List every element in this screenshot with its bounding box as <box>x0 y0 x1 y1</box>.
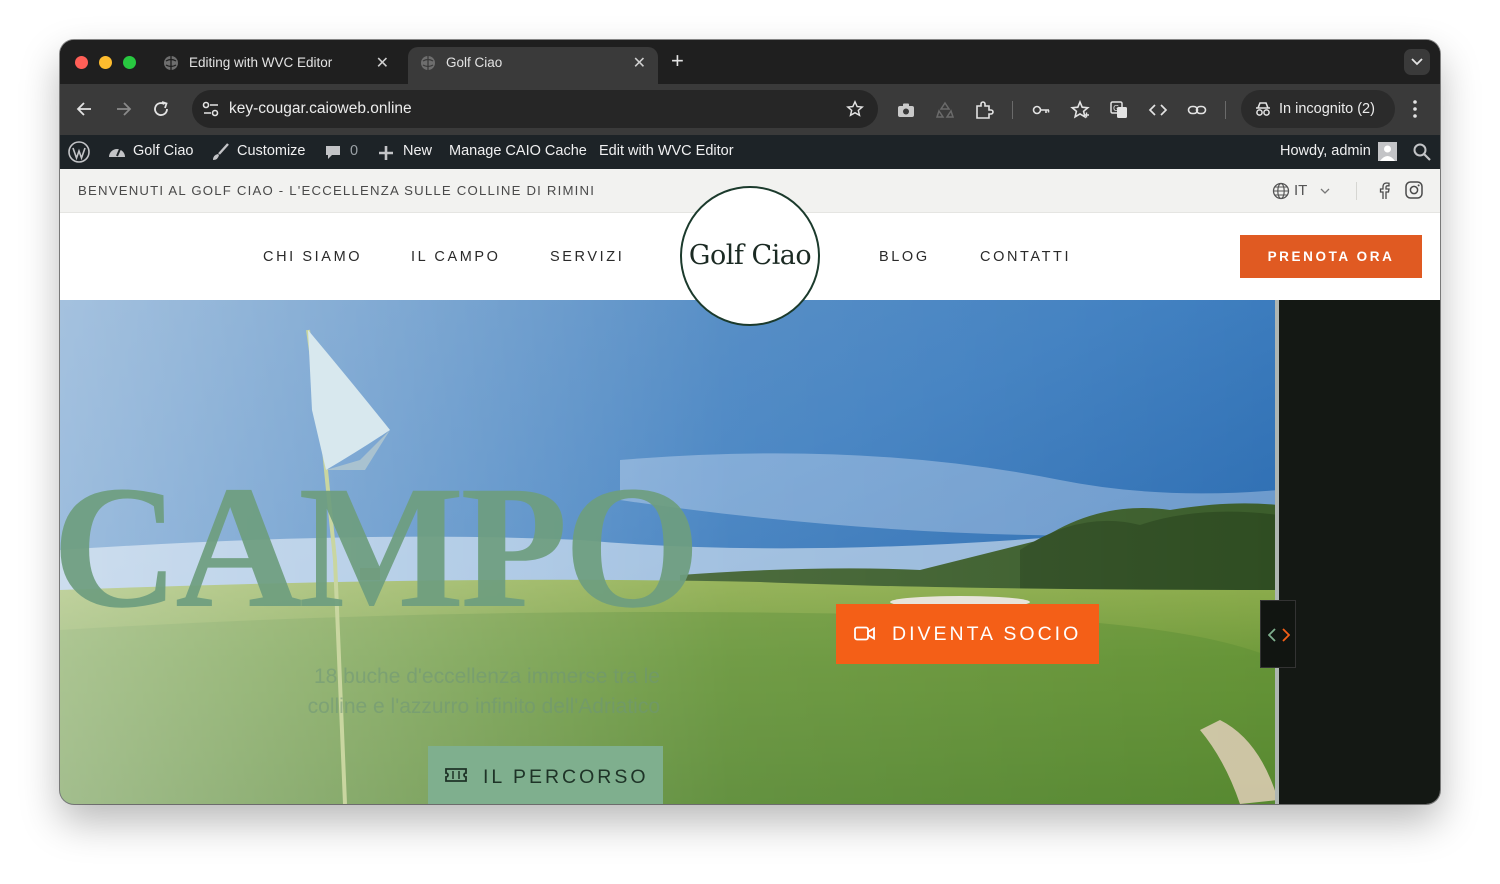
welcome-text: BENVENUTI AL GOLF CIAO - L'ECCELLENZA SU… <box>78 183 596 198</box>
chevron-down-icon <box>1320 188 1330 194</box>
diventa-socio-label: DIVENTA SOCIO <box>892 623 1082 645</box>
tab-title: Editing with WVC Editor <box>189 55 333 70</box>
close-tab-icon[interactable]: ✕ <box>633 53 646 73</box>
tab-strip: Editing with WVC Editor ✕ Golf Ciao ✕ + <box>60 40 1440 84</box>
hero-subtitle-line1: 18 buche d'eccellenza immerse tra le <box>313 665 660 688</box>
code-brackets-icon[interactable] <box>1148 100 1168 120</box>
hero-subtitle: 18 buche d'eccellenza immerse tra le col… <box>180 662 660 722</box>
more-menu-icon[interactable] <box>1412 99 1418 119</box>
close-window-button[interactable] <box>75 56 88 69</box>
video-camera-icon <box>854 626 875 641</box>
dashboard-gauge-icon <box>109 148 125 157</box>
hero-big-word: CAMPO <box>60 450 701 645</box>
toolbar-separator <box>1012 101 1013 119</box>
topbar-divider <box>1356 182 1357 200</box>
address-bar[interactable]: key-cougar.caioweb.online <box>192 90 878 128</box>
reading-list-star-icon[interactable] <box>1070 100 1090 120</box>
maximize-window-button[interactable] <box>123 56 136 69</box>
password-key-icon[interactable] <box>1031 100 1051 120</box>
nav-chi-siamo[interactable]: CHI SIAMO <box>263 249 362 265</box>
nav-il-campo[interactable]: IL CAMPO <box>411 249 501 265</box>
browser-toolbar: key-cougar.caioweb.online G In incognito… <box>60 84 1440 135</box>
bookmark-star-icon[interactable] <box>846 100 864 118</box>
hero-panel-edge <box>1275 300 1279 804</box>
globe-icon <box>164 56 178 70</box>
tab-search-button[interactable] <box>1404 49 1430 75</box>
incognito-icon <box>1256 102 1270 116</box>
plus-icon <box>379 146 393 160</box>
url-text: key-cougar.caioweb.online <box>229 100 412 117</box>
wordpress-logo-icon[interactable] <box>68 141 90 163</box>
tab-title: Golf Ciao <box>446 55 503 70</box>
comments-count[interactable]: 0 <box>350 143 358 159</box>
tab-editing-wvc[interactable]: Editing with WVC Editor ✕ <box>151 47 401 84</box>
website-viewport: BENVENUTI AL GOLF CIAO - L'ECCELLENZA SU… <box>60 169 1440 804</box>
admin-site-name-link[interactable]: Golf Ciao <box>133 143 193 159</box>
admin-howdy-link[interactable]: Howdy, admin <box>1280 143 1371 159</box>
chevron-down-icon <box>1411 58 1423 66</box>
forward-arrow-icon[interactable] <box>113 99 133 119</box>
language-label: IT <box>1294 182 1308 199</box>
il-percorso-label: IL PERCORSO <box>483 766 649 788</box>
avatar[interactable] <box>1378 142 1397 161</box>
site-logo[interactable]: Golf Ciao <box>680 186 820 326</box>
camera-extension-icon[interactable] <box>896 100 916 120</box>
customize-brush-icon <box>213 143 229 160</box>
globe-icon <box>421 56 435 70</box>
browser-window: Editing with WVC Editor ✕ Golf Ciao ✕ + … <box>60 40 1440 804</box>
instagram-icon[interactable] <box>1405 181 1423 199</box>
logo-text: Golf Ciao <box>688 240 812 271</box>
comments-bubble-icon[interactable] <box>325 145 341 161</box>
link-icon[interactable] <box>1187 100 1207 120</box>
ticket-icon <box>445 768 467 782</box>
recycle-extension-icon[interactable] <box>935 100 955 120</box>
diventa-socio-button[interactable]: DIVENTA SOCIO <box>836 604 1099 664</box>
prenota-ora-button[interactable]: PRENOTA ORA <box>1240 235 1422 278</box>
globe-icon <box>1272 182 1290 200</box>
tab-golf-ciao[interactable]: Golf Ciao ✕ <box>408 47 658 84</box>
search-icon[interactable] <box>1413 143 1431 161</box>
wp-admin-bar: Golf Ciao Customize 0 New Manage CAIO Ca… <box>60 135 1440 169</box>
nav-servizi[interactable]: SERVIZI <box>550 249 624 265</box>
svg-text:G: G <box>1113 104 1119 113</box>
toolbar-separator <box>1225 101 1226 119</box>
panel-toggle-button[interactable] <box>1260 600 1296 668</box>
site-info-icon[interactable] <box>200 99 222 119</box>
minimize-window-button[interactable] <box>99 56 112 69</box>
incognito-label: In incognito (2) <box>1279 101 1375 117</box>
incognito-button[interactable]: In incognito (2) <box>1241 90 1395 128</box>
admin-edit-wvc-link[interactable]: Edit with WVC Editor <box>599 143 734 159</box>
hero-subtitle-line2: colline e l'azzurro infinito dell'Adriat… <box>307 695 660 718</box>
nav-contatti[interactable]: CONTATTI <box>980 249 1071 265</box>
admin-customize-link[interactable]: Customize <box>237 143 306 159</box>
extensions-puzzle-icon[interactable] <box>974 100 994 120</box>
new-tab-icon[interactable]: + <box>671 50 684 72</box>
translate-icon[interactable]: G <box>1109 100 1129 120</box>
reload-icon[interactable] <box>151 99 171 119</box>
hero-side-panel <box>1278 300 1440 804</box>
il-percorso-button[interactable]: IL PERCORSO <box>428 746 663 804</box>
admin-manage-cache-link[interactable]: Manage CAIO Cache <box>449 143 587 159</box>
code-brackets-icon <box>1268 628 1290 642</box>
facebook-icon[interactable] <box>1378 182 1390 200</box>
back-arrow-icon[interactable] <box>75 99 95 119</box>
nav-blog[interactable]: BLOG <box>879 249 930 265</box>
close-tab-icon[interactable]: ✕ <box>376 53 389 73</box>
hero-section: CAMPO 18 buche d'eccellenza immerse tra … <box>60 300 1278 804</box>
admin-new-link[interactable]: New <box>403 143 432 159</box>
